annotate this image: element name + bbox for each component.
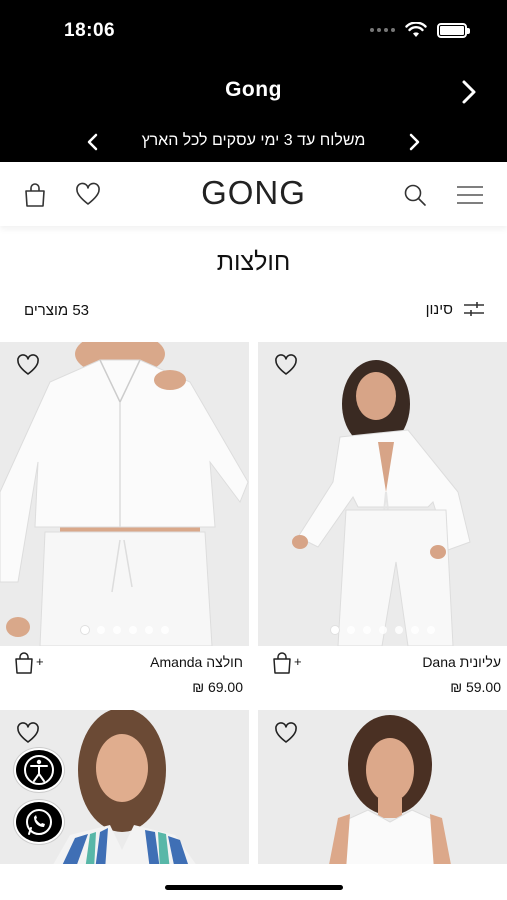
site-logo[interactable]: GONG [0, 174, 507, 212]
promo-text: משלוח עד 3 ימי עסקים לכל הארץ [141, 132, 366, 149]
wishlist-heart-icon[interactable] [274, 354, 298, 376]
accessibility-button[interactable] [14, 748, 64, 792]
image-carousel-dots[interactable] [258, 626, 507, 634]
wishlist-heart-icon[interactable] [274, 722, 298, 744]
product-price: ₪ 69.00 [192, 679, 243, 695]
search-icon[interactable] [402, 182, 428, 208]
add-to-cart-plus[interactable]: + [294, 654, 302, 669]
page-title: חולצות [216, 248, 291, 276]
wishlist-heart-icon[interactable] [16, 722, 40, 744]
image-carousel-dots[interactable] [0, 626, 249, 634]
home-indicator[interactable] [165, 885, 343, 890]
add-to-cart-icon[interactable] [14, 652, 50, 674]
product-image[interactable] [0, 342, 249, 646]
product-photo [258, 342, 507, 646]
status-bar: 18:06 [0, 0, 507, 62]
product-photo [0, 342, 249, 646]
product-image[interactable] [258, 710, 507, 870]
promo-banner: משלוח עד 3 ימי עסקים לכל הארץ [0, 124, 507, 160]
status-time: 18:06 [64, 20, 116, 41]
browser-chrome: 18:06 Gong משלוח עד 3 ימי עסקים לכל הארץ [0, 0, 507, 162]
product-image[interactable] [258, 342, 507, 646]
status-icons [370, 22, 470, 38]
menu-hamburger-icon[interactable] [456, 182, 484, 208]
product-count: 53 מוצרים [24, 302, 90, 319]
whatsapp-icon [26, 809, 52, 835]
filter-button[interactable]: סינון [426, 300, 485, 318]
product-name[interactable]: חולצה Amanda [150, 654, 243, 670]
product-name[interactable]: עליונית Dana [422, 654, 501, 670]
product-price: ₪ 59.00 [450, 679, 501, 695]
bottom-safe-area [0, 864, 507, 900]
filter-bar: 53 מוצרים סינון [0, 300, 507, 324]
chevron-right-icon[interactable] [457, 78, 481, 106]
signal-icon [370, 28, 395, 32]
add-to-cart-icon[interactable] [272, 652, 308, 674]
accessibility-icon [24, 755, 54, 785]
battery-icon [437, 22, 470, 38]
filter-label: סינון [425, 300, 453, 318]
whatsapp-button[interactable] [14, 800, 64, 844]
add-to-cart-plus[interactable]: + [36, 654, 44, 669]
promo-next-button[interactable] [405, 132, 423, 152]
wishlist-heart-icon[interactable] [16, 354, 40, 376]
browser-title: Gong [225, 78, 282, 101]
wifi-icon [405, 22, 427, 37]
site-header: GONG [0, 162, 507, 226]
filter-sliders-icon [464, 302, 484, 316]
